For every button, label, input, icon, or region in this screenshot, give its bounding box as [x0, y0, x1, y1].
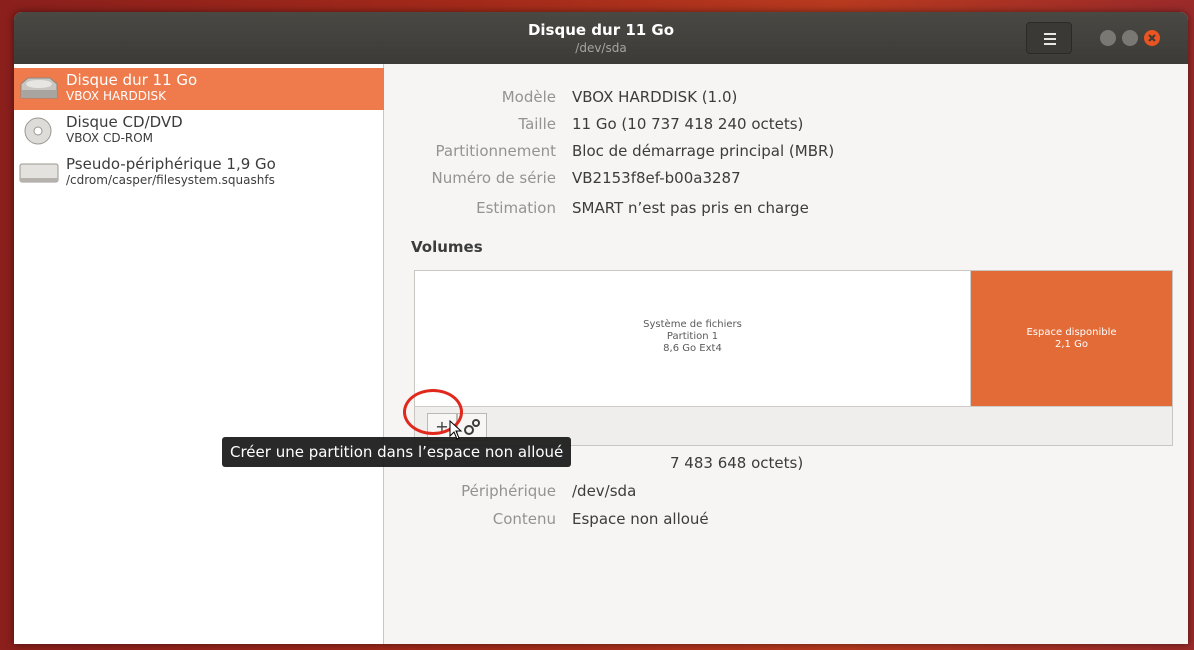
optical-disc-icon [24, 117, 52, 145]
drive-item-hard-disk[interactable]: Disque dur 11 Go VBOX HARDDISK [14, 68, 384, 110]
window-subtitle: /dev/sda [575, 41, 627, 55]
drive-name: Disque CD/DVD [66, 113, 183, 131]
selected-size-value: 7 483 648 octets) [670, 454, 804, 472]
property-label: Partitionnement [435, 142, 556, 160]
partition-block[interactable]: Système de fichiers Partition 1 8,6 Go E… [415, 271, 971, 406]
property-model: Modèle VBOX HARDDISK (1.0) [384, 88, 1188, 112]
selected-device-row: Périphérique /dev/sda [384, 482, 1188, 506]
volumes-heading: Volumes [411, 238, 483, 256]
property-value: VBOX HARDDISK (1.0) [572, 88, 738, 106]
drive-list: Disque dur 11 Go VBOX HARDDISK Disque CD… [14, 64, 384, 644]
property-label: Taille [518, 115, 556, 133]
minimize-button[interactable] [1100, 30, 1116, 46]
free-space-block[interactable]: Espace disponible 2,1 Go [971, 271, 1172, 406]
title-bar[interactable]: Disque dur 11 Go /dev/sda [14, 12, 1188, 64]
partition-size: 8,6 Go Ext4 [663, 343, 722, 354]
gears-icon [464, 419, 480, 435]
close-button[interactable] [1144, 30, 1160, 46]
close-icon [1148, 34, 1156, 42]
create-partition-tooltip: Créer une partition dans l’espace non al… [222, 437, 572, 467]
drive-model: VBOX CD-ROM [66, 131, 154, 145]
property-assessment: Estimation SMART n’est pas pris en charg… [384, 199, 1188, 223]
disks-window: Disque dur 11 Go /dev/sda Disque dur 11 … [14, 12, 1188, 644]
hard-disk-icon [20, 77, 58, 99]
property-partitioning: Partitionnement Bloc de démarrage princi… [384, 142, 1188, 166]
menu-icon [1044, 33, 1056, 35]
partition-name: Partition 1 [666, 331, 719, 342]
property-serial: Numéro de série VB2153f8ef-b00a3287 [384, 169, 1188, 193]
drive-model: VBOX HARDDISK [66, 89, 167, 103]
free-space-size: 2,1 Go [1055, 339, 1088, 350]
property-label: Estimation [476, 199, 556, 217]
loop-device-icon [19, 163, 59, 183]
property-value: SMART n’est pas pris en charge [572, 199, 809, 217]
property-label: Modèle [501, 88, 556, 106]
drive-details: Modèle VBOX HARDDISK (1.0) Taille 11 Go … [384, 64, 1188, 644]
selected-content-row: Contenu Espace non alloué [384, 510, 1188, 534]
property-value: VB2153f8ef-b00a3287 [572, 169, 741, 187]
property-label: Contenu [492, 510, 556, 528]
property-label: Périphérique [461, 482, 556, 500]
hamburger-menu-button[interactable] [1026, 22, 1072, 54]
drive-path: /cdrom/casper/filesystem.squashfs [66, 173, 275, 187]
partition-type: Système de fichiers [643, 319, 742, 330]
drive-name: Disque dur 11 Go [66, 71, 198, 89]
volumes-map: Système de fichiers Partition 1 8,6 Go E… [414, 270, 1173, 446]
window-title: Disque dur 11 Go [527, 21, 675, 39]
property-value: /dev/sda [572, 482, 637, 500]
free-space-label: Espace disponible [1026, 327, 1117, 338]
property-value: 11 Go (10 737 418 240 octets) [572, 115, 804, 133]
mouse-cursor-icon [449, 420, 463, 440]
drive-item-cd-dvd[interactable]: Disque CD/DVD VBOX CD-ROM [14, 110, 384, 152]
maximize-button[interactable] [1122, 30, 1138, 46]
drive-name: Pseudo-périphérique 1,9 Go [66, 155, 276, 173]
property-label: Numéro de série [431, 169, 556, 187]
property-size: Taille 11 Go (10 737 418 240 octets) [384, 115, 1188, 139]
property-value: Espace non alloué [572, 510, 709, 528]
property-value: Bloc de démarrage principal (MBR) [572, 142, 835, 160]
drive-item-loop-device[interactable]: Pseudo-périphérique 1,9 Go /cdrom/casper… [14, 152, 384, 194]
